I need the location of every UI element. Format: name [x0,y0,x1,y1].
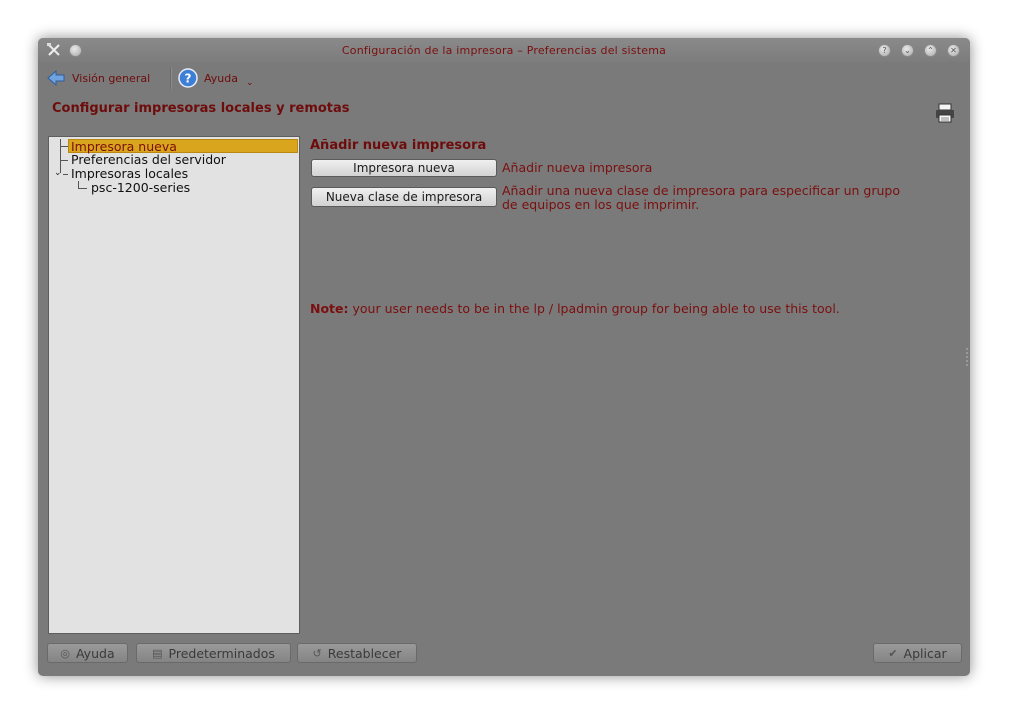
settings-window: Configuración de la impresora – Preferen… [38,38,970,676]
printer-tree[interactable]: ⌄ Impresora nueva Preferencias del servi… [48,136,300,634]
new-printer-description: Añadir nueva impresora [502,160,653,175]
toolbar: Visión general ? Ayuda ⌄ [38,64,970,92]
title-bar[interactable]: Configuración de la impresora – Preferen… [38,38,970,62]
reset-button[interactable]: ↺ Restablecer [297,643,417,663]
tree-item-label: psc-1200-series [91,180,191,195]
page-title: Configurar impresoras locales y remotas [52,101,350,116]
new-printer-button-label: Impresora nueva [353,161,455,175]
permission-note: Note: your user needs to be in the lp / … [310,301,840,316]
new-printer-class-button-label: Nueva clase de impresora [325,190,483,204]
tree-item-new-printer[interactable]: Impresora nueva [68,139,298,154]
tree-item-psc-1200-series[interactable]: psc-1200-series [91,181,190,195]
svg-text:?: ? [185,72,192,86]
help-icon: ◎ [60,646,70,660]
help-icon[interactable]: ? [878,44,891,57]
note-text: your user needs to be in the lp / lpadmi… [348,301,840,316]
maximize-icon[interactable]: ⌃ [924,44,937,57]
defaults-button-label: Predeterminados [168,645,275,661]
help-circle-icon: ? [178,68,198,88]
new-printer-button[interactable]: Impresora nueva [311,159,497,177]
tree-line [63,174,68,175]
tree-line [60,160,68,161]
new-printer-class-description: Añadir una nueva clase de impresora para… [502,184,900,212]
new-printer-class-button[interactable]: Nueva clase de impresora [311,187,497,207]
chevron-down-icon: ⌄ [245,78,254,88]
tree-item-local-printers[interactable]: Impresoras locales [71,167,188,181]
description-line-2: de equipos en los que imprimir. [502,197,700,212]
help-button[interactable]: ◎ Ayuda [47,643,128,663]
resize-handle[interactable] [966,348,968,368]
close-icon[interactable]: ✕ [947,44,960,57]
tree-item-label: Preferencias del servidor [71,152,226,167]
overview-button[interactable]: Visión general [46,66,150,90]
defaults-icon: ▤ [152,646,163,660]
expand-arrow-icon[interactable]: ⌄ [54,168,62,178]
window-title: Configuración de la impresora – Preferen… [341,44,667,57]
tree-item-label: Impresoras locales [71,166,189,181]
reset-button-label: Restablecer [327,645,402,661]
description-line-1: Añadir una nueva clase de impresora para… [502,183,901,198]
printer-icon [936,103,954,123]
minimize-icon[interactable]: ⌄ [901,44,914,57]
toolbar-separator [170,67,171,89]
undo-icon: ↺ [312,646,322,660]
defaults-button[interactable]: ▤ Predeterminados [136,643,291,663]
apply-button-label: Aplicar [903,645,947,661]
note-label: Note: [310,301,349,316]
help-label: Ayuda [204,71,238,85]
checkmark-icon: ✔ [888,646,898,660]
tree-item-server-preferences[interactable]: Preferencias del servidor [71,153,226,167]
back-arrow-icon [47,69,65,87]
help-menu-button[interactable]: ? Ayuda ⌄ [178,66,254,90]
overview-label: Visión general [72,71,151,85]
help-button-label: Ayuda [75,645,115,661]
section-title: Añadir nueva impresora [310,138,487,153]
tree-line [60,146,68,147]
apply-button[interactable]: ✔ Aplicar [873,643,962,663]
tree-line [78,188,87,189]
